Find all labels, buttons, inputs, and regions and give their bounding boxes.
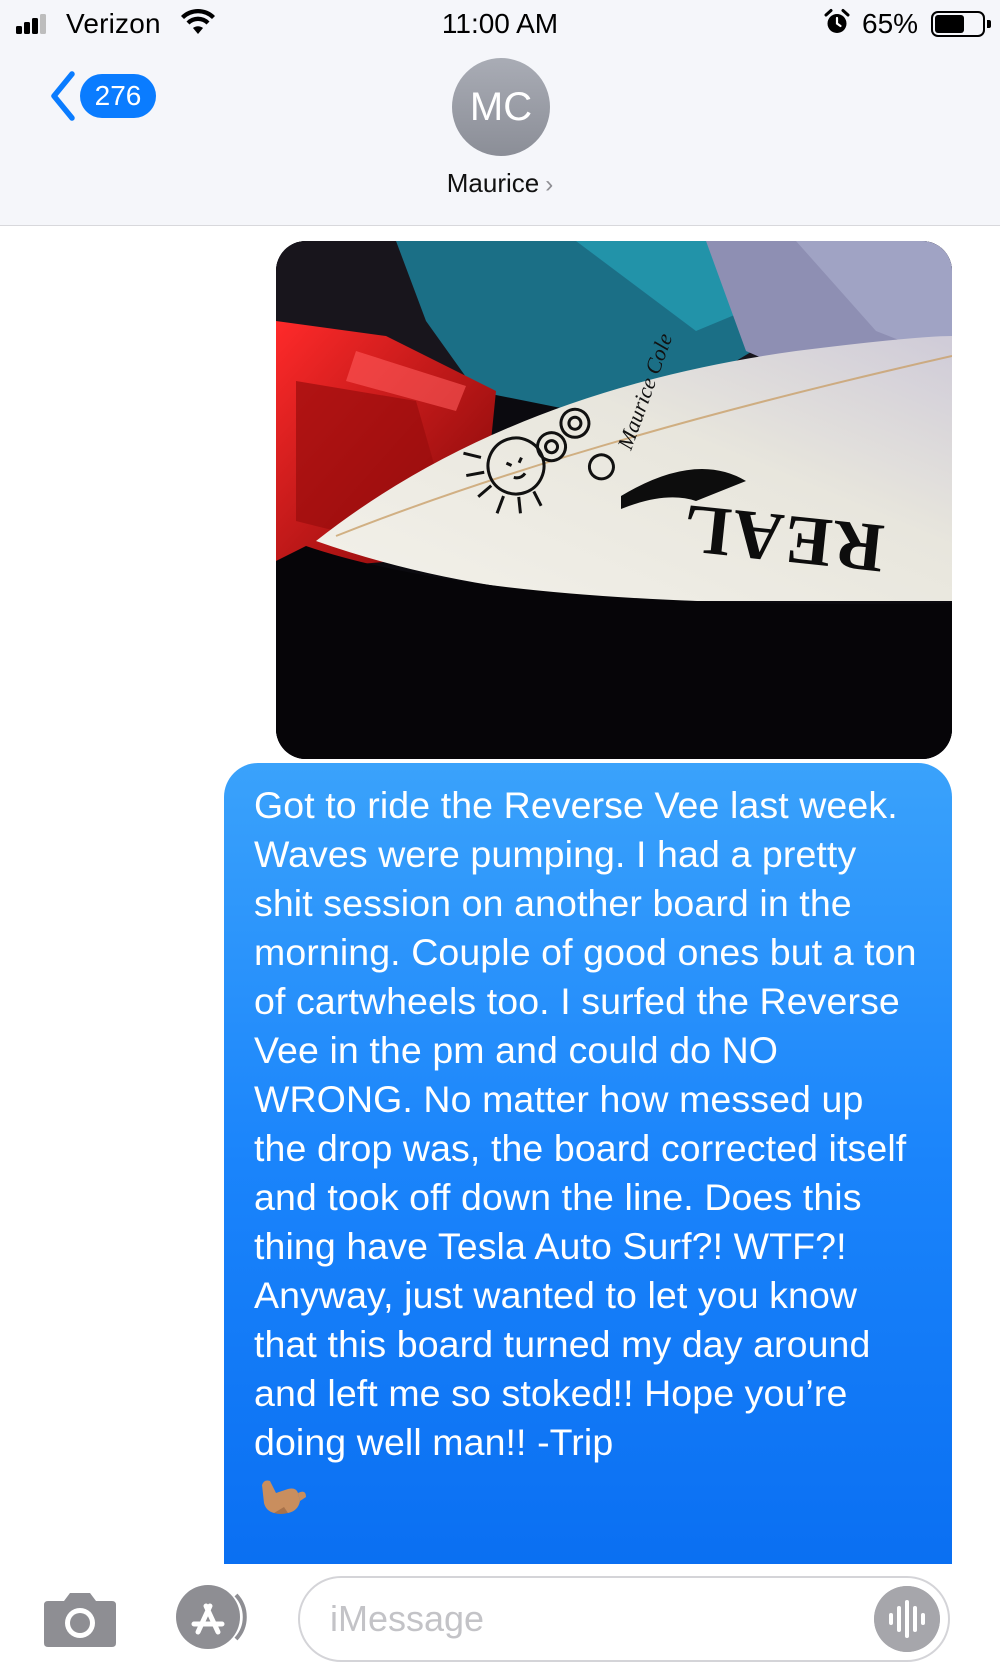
camera-icon[interactable]	[42, 1589, 118, 1649]
battery-icon	[931, 11, 991, 37]
message-input-field[interactable]	[298, 1576, 950, 1662]
unread-count-badge: 276	[80, 74, 156, 118]
sent-message-bubble[interactable]: Got to ride the Reverse Vee last week. W…	[224, 763, 952, 1570]
app-store-icon[interactable]	[170, 1582, 256, 1652]
contact-name-button[interactable]: Maurice ›	[0, 168, 1000, 199]
battery-percentage: 65%	[862, 8, 919, 39]
alarm-clock-icon	[824, 9, 850, 33]
chevron-left-icon	[51, 71, 75, 121]
contact-avatar[interactable]: MC	[452, 58, 550, 156]
conversation-header: Verizon 11:00 AM 65% 276 MC Maurice ›	[0, 0, 1000, 226]
contact-name: Maurice	[446, 168, 540, 198]
compose-bar	[0, 1564, 1000, 1667]
message-text: Got to ride the Reverse Vee last week. W…	[254, 784, 917, 1463]
photo-message[interactable]: Maurice Cole REAL	[276, 241, 952, 759]
chevron-right-icon: ›	[545, 171, 554, 198]
battery-level-fill	[935, 15, 964, 33]
call-me-hand-emoji	[262, 1480, 306, 1514]
back-button[interactable]: 276	[46, 70, 156, 122]
imessage-input[interactable]	[330, 1578, 850, 1660]
surfboard-photo: Maurice Cole REAL	[276, 241, 952, 759]
audio-waveform-icon[interactable]	[874, 1586, 940, 1652]
status-bar: Verizon 11:00 AM 65%	[0, 0, 1000, 48]
